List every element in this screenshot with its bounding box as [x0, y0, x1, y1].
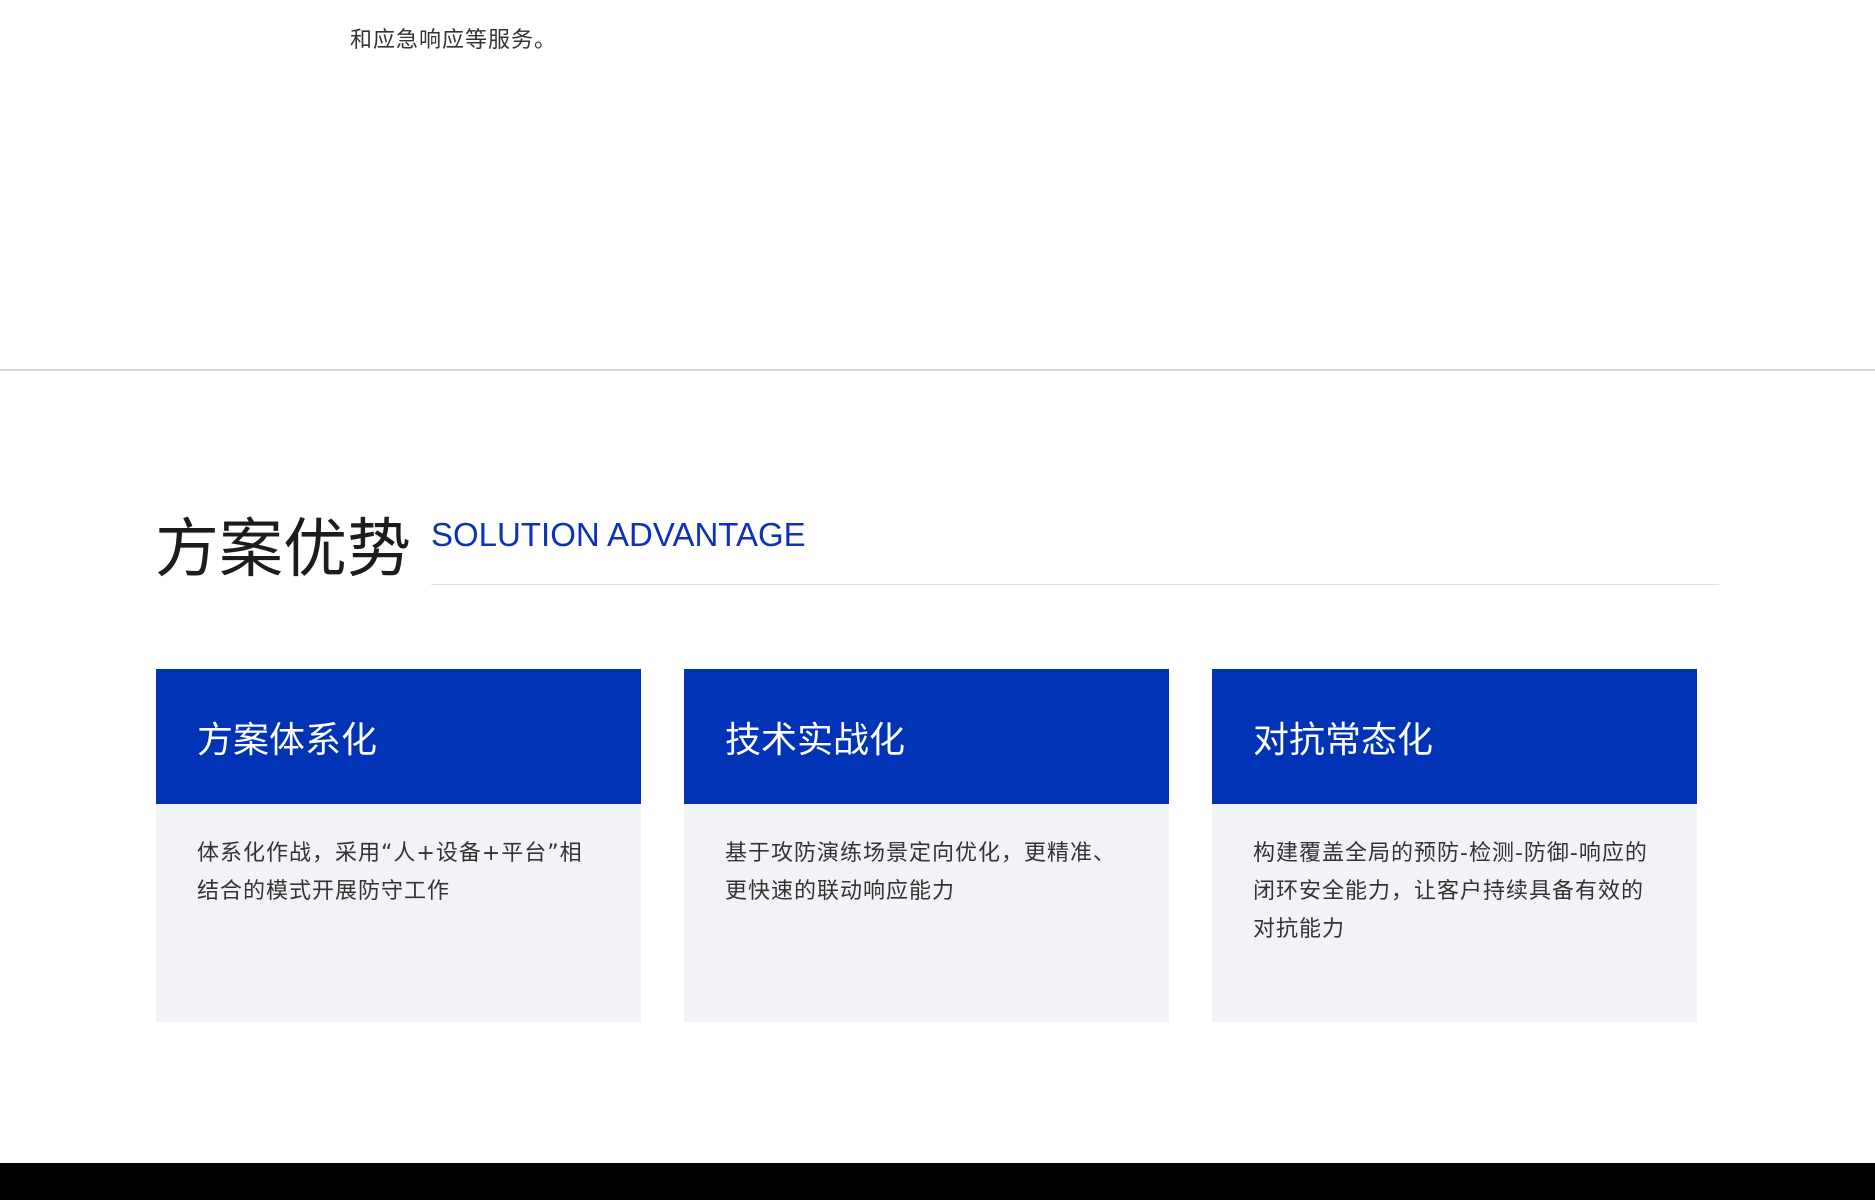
advantage-card-systematic: 方案体系化 体系化作战，采用“人+设备+平台”相结合的模式开展防守工作	[156, 669, 641, 1022]
section-title-en: SOLUTION ADVANTAGE	[431, 516, 806, 553]
advantage-card-header: 技术实战化	[684, 669, 1169, 804]
advantage-card-title: 技术实战化	[725, 719, 906, 761]
footer-bar	[0, 1163, 1875, 1200]
advantage-card-desc: 构建覆盖全局的预防-检测-防御-响应的闭环安全能力，让客户持续具备有效的对抗能力	[1253, 841, 1648, 942]
advantage-card-normalized: 对抗常态化 构建覆盖全局的预防-检测-防御-响应的闭环安全能力，让客户持续具备有…	[1212, 669, 1697, 1022]
intro-trailing-text: 和应急响应等服务。	[350, 28, 558, 53]
advantage-card-desc: 基于攻防演练场景定向优化，更精准、更快速的联动响应能力	[725, 841, 1117, 904]
section-divider	[0, 369, 1875, 371]
advantage-card-title: 对抗常态化	[1253, 719, 1434, 761]
advantage-card-desc: 体系化作战，采用“人+设备+平台”相结合的模式开展防守工作	[197, 841, 583, 904]
advantage-card-header: 对抗常态化	[1212, 669, 1697, 804]
section-title-rule	[431, 584, 1719, 585]
advantage-card-practical: 技术实战化 基于攻防演练场景定向优化，更精准、更快速的联动响应能力	[684, 669, 1169, 1022]
advantage-card-title: 方案体系化	[197, 719, 378, 761]
advantage-card-header: 方案体系化	[156, 669, 641, 804]
section-title-cn: 方案优势	[155, 513, 411, 587]
